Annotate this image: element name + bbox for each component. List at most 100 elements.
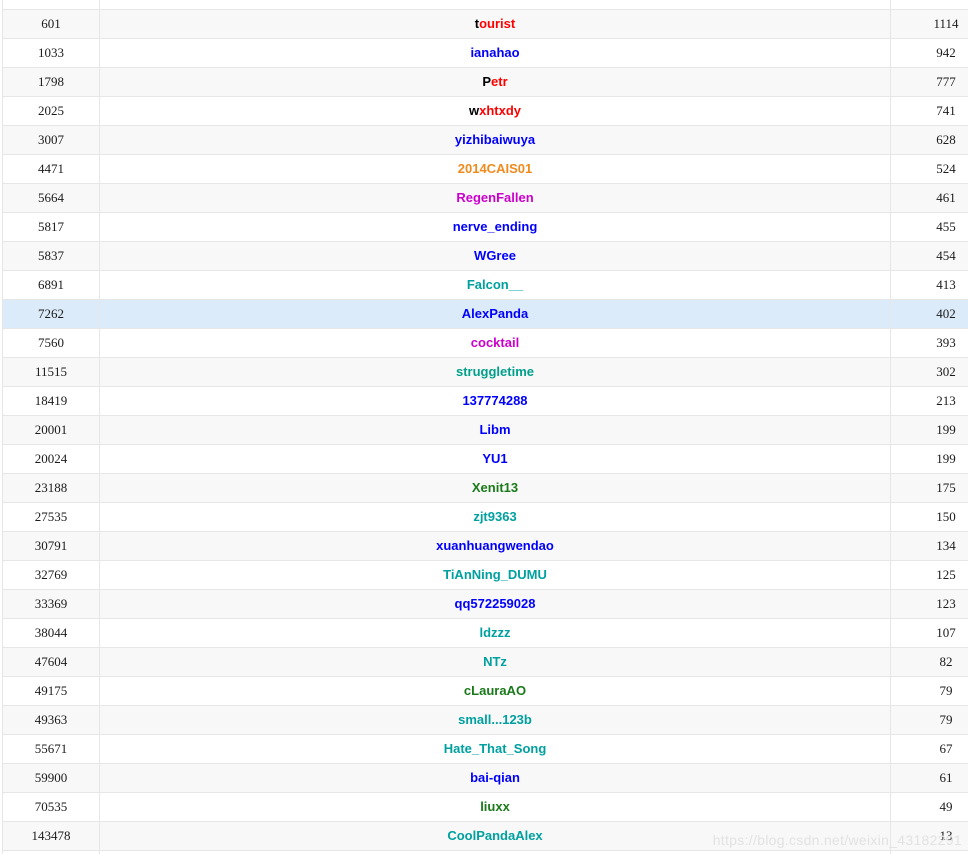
table-row[interactable]: 32769 TiAnNing_DUMU 125 bbox=[2, 560, 968, 590]
table-row[interactable]: 1033 ianahao 942 bbox=[2, 38, 968, 68]
table-row[interactable]: 30791 xuanhuangwendao 134 bbox=[2, 531, 968, 561]
table-row[interactable]: 5664 RegenFallen 461 bbox=[2, 183, 968, 213]
cell-score: 199 bbox=[890, 415, 968, 445]
cell-score: 82 bbox=[890, 647, 968, 677]
cell-username[interactable]: small...123b bbox=[99, 705, 891, 735]
username-suffix: xhtxdy bbox=[479, 103, 522, 118]
table-row[interactable]: 1798 Petr 777 bbox=[2, 67, 968, 97]
cell-username[interactable]: Hate_That_Song bbox=[99, 734, 891, 764]
cell-rank: 1798 bbox=[2, 67, 100, 97]
cell-rank: 143478 bbox=[2, 821, 100, 851]
cell-username[interactable]: liuxx bbox=[99, 792, 891, 822]
cell-username[interactable]: yizhibaiwuya bbox=[99, 125, 891, 155]
cell-rank: 6891 bbox=[2, 270, 100, 300]
cell-rank: 5664 bbox=[2, 183, 100, 213]
table-row[interactable]: 5817 nerve_ending 455 bbox=[2, 212, 968, 242]
cell-score: 628 bbox=[890, 125, 968, 155]
rank-table-body: 182mamanc201376601tourist11141033ianahao… bbox=[2, 0, 968, 854]
table-row[interactable]: 33369 qq572259028 123 bbox=[2, 589, 968, 619]
cell-username[interactable]: qq572259028 bbox=[99, 589, 891, 619]
cell-username[interactable]: cocktail bbox=[99, 328, 891, 358]
table-row[interactable]: 18419 137774288 213 bbox=[2, 386, 968, 416]
cell-username[interactable]: Petr bbox=[99, 67, 891, 97]
cell-username[interactable]: styh bbox=[99, 850, 891, 854]
cell-username[interactable]: zjt9363 bbox=[99, 502, 891, 532]
cell-rank: 49363 bbox=[2, 705, 100, 735]
cell-username[interactable]: mamanc20 bbox=[99, 0, 891, 10]
cell-username[interactable]: Libm bbox=[99, 415, 891, 445]
cell-username[interactable]: 2014CAIS01 bbox=[99, 154, 891, 184]
cell-username[interactable]: 137774288 bbox=[99, 386, 891, 416]
cell-rank: 70535 bbox=[2, 792, 100, 822]
cell-username[interactable]: Falcon__ bbox=[99, 270, 891, 300]
table-row[interactable]: 4471 2014CAIS01 524 bbox=[2, 154, 968, 184]
table-row[interactable]: 2025 wxhtxdy 741 bbox=[2, 96, 968, 126]
table-row[interactable]: 601 tourist 1114 bbox=[2, 9, 968, 39]
cell-score: 199 bbox=[890, 444, 968, 474]
table-row[interactable]: 49175 cLauraAO 79 bbox=[2, 676, 968, 706]
cell-username[interactable]: Xenit13 bbox=[99, 473, 891, 503]
table-row[interactable]: 6891 Falcon__ 413 bbox=[2, 270, 968, 300]
cell-username[interactable]: struggletime bbox=[99, 357, 891, 387]
cell-score: 413 bbox=[890, 270, 968, 300]
table-row[interactable]: 47604 NTz 82 bbox=[2, 647, 968, 677]
cell-username[interactable]: YU1 bbox=[99, 444, 891, 474]
cell-username[interactable]: cLauraAO bbox=[99, 676, 891, 706]
cell-username[interactable]: RegenFallen bbox=[99, 183, 891, 213]
cell-username[interactable]: CoolPandaAlex bbox=[99, 821, 891, 851]
table-row[interactable]: 49363 small...123b 79 bbox=[2, 705, 968, 735]
table-row[interactable]: 27535 zjt9363 150 bbox=[2, 502, 968, 532]
table-row[interactable]: 55671 Hate_That_Song 67 bbox=[2, 734, 968, 764]
cell-score: 402 bbox=[890, 299, 968, 329]
table-row[interactable]: 70535 liuxx 49 bbox=[2, 792, 968, 822]
cell-username[interactable]: ldzzz bbox=[99, 618, 891, 648]
cell-rank: 4471 bbox=[2, 154, 100, 184]
cell-username[interactable]: NTz bbox=[99, 647, 891, 677]
table-row[interactable]: 11515 struggletime 302 bbox=[2, 357, 968, 387]
table-row[interactable]: 23188 Xenit13 175 bbox=[2, 473, 968, 503]
cell-username[interactable]: xuanhuangwendao bbox=[99, 531, 891, 561]
cell-rank: 3007 bbox=[2, 125, 100, 155]
table-row[interactable]: 59900 bai-qian 61 bbox=[2, 763, 968, 793]
username-suffix: ourist bbox=[479, 16, 516, 31]
cell-username[interactable]: AlexPanda bbox=[99, 299, 891, 329]
cell-rank: 1033 bbox=[2, 38, 100, 68]
cell-score: 454 bbox=[890, 241, 968, 271]
cell-rank: 47604 bbox=[2, 647, 100, 677]
table-row[interactable]: 7560 cocktail 393 bbox=[2, 328, 968, 358]
cell-score: 13 bbox=[890, 850, 968, 854]
table-row[interactable]: 147444styh13 bbox=[2, 850, 968, 854]
cell-rank: 2025 bbox=[2, 96, 100, 126]
cell-username[interactable]: bai-qian bbox=[99, 763, 891, 793]
table-row[interactable]: 3007 yizhibaiwuya 628 bbox=[2, 125, 968, 155]
cell-score: 455 bbox=[890, 212, 968, 242]
username-suffix: etr bbox=[491, 74, 508, 89]
table-row[interactable]: 182mamanc201376 bbox=[2, 0, 968, 10]
cell-score: 942 bbox=[890, 38, 968, 68]
cell-username[interactable]: TiAnNing_DUMU bbox=[99, 560, 891, 590]
table-row[interactable]: 20001 Libm 199 bbox=[2, 415, 968, 445]
username-prefix: w bbox=[468, 103, 480, 118]
cell-score: 79 bbox=[890, 676, 968, 706]
table-row[interactable]: 143478 CoolPandaAlex 13 bbox=[2, 821, 968, 851]
table-row[interactable]: 7262 AlexPanda 402 bbox=[2, 299, 968, 329]
cell-score: 1114 bbox=[890, 9, 968, 39]
username-prefix: P bbox=[482, 74, 492, 89]
cell-score: 13 bbox=[890, 821, 968, 851]
cell-score: 107 bbox=[890, 618, 968, 648]
cell-rank: 182 bbox=[2, 0, 100, 10]
cell-rank: 20024 bbox=[2, 444, 100, 474]
cell-rank: 147444 bbox=[2, 850, 100, 854]
cell-username[interactable]: wxhtxdy bbox=[99, 96, 891, 126]
table-row[interactable]: 38044 ldzzz 107 bbox=[2, 618, 968, 648]
table-row[interactable]: 5837 WGree 454 bbox=[2, 241, 968, 271]
cell-score: 125 bbox=[890, 560, 968, 590]
cell-username[interactable]: WGree bbox=[99, 241, 891, 271]
cell-username[interactable]: nerve_ending bbox=[99, 212, 891, 242]
table-row[interactable]: 20024 YU1 199 bbox=[2, 444, 968, 474]
cell-rank: 30791 bbox=[2, 531, 100, 561]
cell-username[interactable]: tourist bbox=[99, 9, 891, 39]
cell-username[interactable]: ianahao bbox=[99, 38, 891, 68]
cell-rank: 18419 bbox=[2, 386, 100, 416]
cell-score: 741 bbox=[890, 96, 968, 126]
